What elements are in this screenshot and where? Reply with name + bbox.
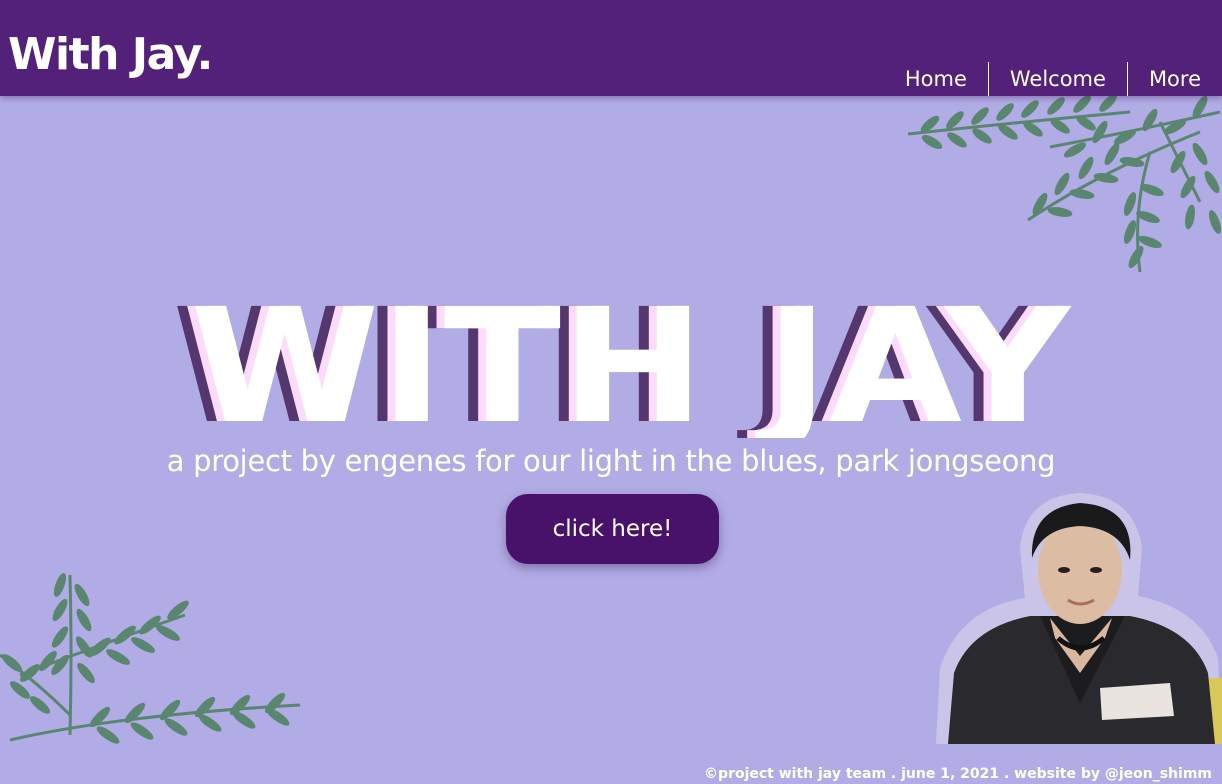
main-nav: Home Welcome More	[884, 62, 1222, 96]
portrait-photo	[936, 493, 1222, 744]
click-here-button[interactable]: click here!	[506, 494, 719, 564]
leaf-branch-icon	[0, 573, 301, 744]
site-header: With Jay. Home Welcome More	[0, 0, 1222, 96]
hero-tagline: a project by engenes for our light in th…	[166, 444, 1056, 478]
leaf-branch-icon	[907, 94, 1222, 273]
nav-item-welcome[interactable]: Welcome	[987, 62, 1127, 96]
nav-item-home[interactable]: Home	[884, 62, 988, 96]
footer-credit: ©project with jay team . june 1, 2021 . …	[704, 766, 1212, 782]
site-logo[interactable]: With Jay.	[8, 28, 213, 82]
hero-title-text: WITH JAY	[190, 275, 1072, 438]
nav-item-more[interactable]: More	[1126, 62, 1222, 96]
hero-title: WITH JAY WITH JAY WITH JAY	[172, 275, 1072, 438]
